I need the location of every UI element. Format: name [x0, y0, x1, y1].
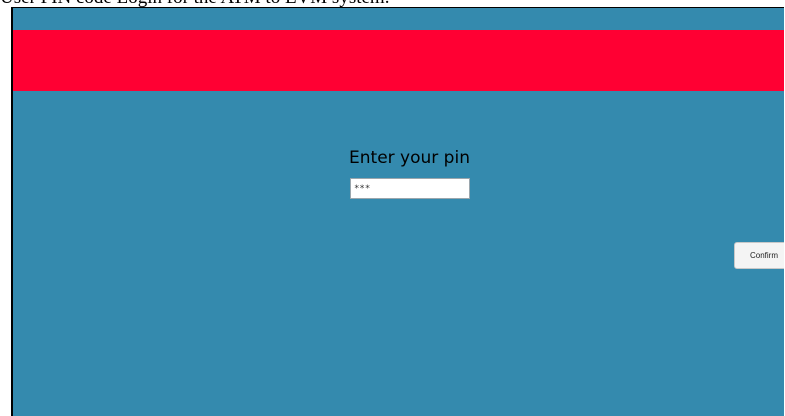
header-banner: [13, 30, 784, 91]
pin-input[interactable]: [350, 178, 470, 199]
confirm-button[interactable]: Confirm: [734, 242, 784, 269]
page: User PIN code Login for the ATM to EVM s…: [0, 0, 785, 416]
atm-login-window: Enter your pin Confirm: [11, 7, 784, 416]
pin-prompt: Enter your pin: [349, 148, 470, 168]
